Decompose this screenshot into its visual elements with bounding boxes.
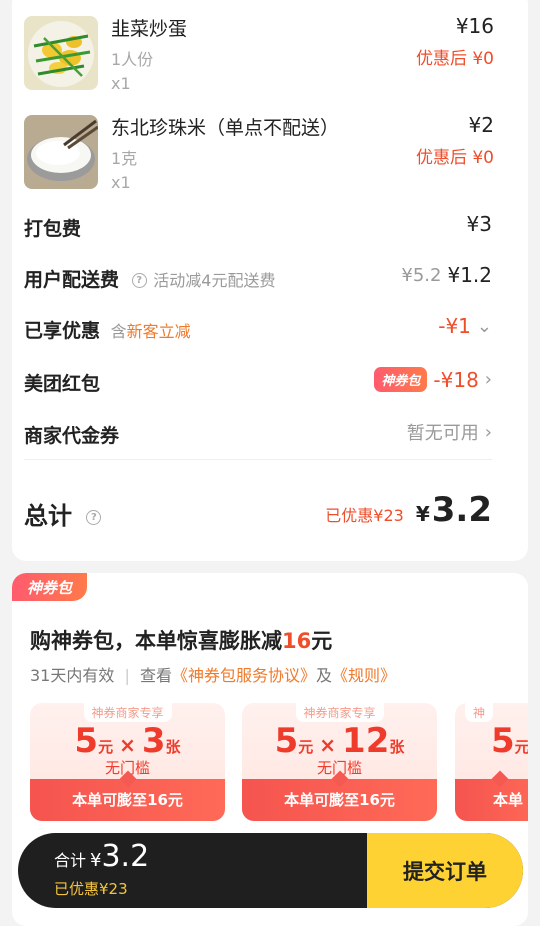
checkout-bar: 合计 ¥3.2 已优惠¥23 提交订单 — [18, 833, 523, 908]
dish-qty: x1 — [111, 173, 131, 192]
dish-price: ¥16 — [455, 14, 494, 38]
rice-image — [24, 115, 98, 189]
divider — [24, 459, 492, 460]
submit-order-button[interactable]: 提交订单 — [367, 833, 523, 908]
new-customer-tag: 新客立减 — [126, 322, 191, 341]
rules-link[interactable]: 《规则》 — [332, 666, 396, 685]
package-headline: 购神券包，本单惊喜膨胀减16元 — [30, 629, 333, 653]
enjoyed-discount-value: -¥1 — [438, 314, 471, 338]
chevron-right-icon: › — [484, 421, 492, 443]
delivery-discount-note: 活动减4元配送费 — [153, 271, 276, 290]
list-item: 韭菜炒蛋 1人份 x1 ¥16 优惠后 ¥0 — [24, 14, 494, 106]
chevron-down-icon: ⌄ — [476, 315, 492, 337]
enjoyed-discount-row[interactable]: 已享优惠 含新客立减 -¥1 ⌄ — [24, 312, 492, 348]
coupon-card[interactable]: 神券商家专享 5元 × 3张 无门槛 本单可膨至16元 — [30, 703, 225, 821]
voucher-label: 商家代金券 — [24, 425, 120, 447]
enjoyed-prefix: 含 — [110, 322, 127, 341]
packing-fee-row: 打包费 ¥3 — [24, 210, 492, 246]
dish-image — [24, 16, 98, 90]
redpacket-label: 美团红包 — [24, 373, 101, 395]
delivery-original-price: ¥5.2 — [401, 264, 442, 286]
total-row: 总计 ? 已优惠¥23 ¥ 3.2 — [24, 490, 492, 534]
bar-total: 合计 ¥3.2 — [54, 839, 150, 874]
voucher-value: 暂无可用 — [406, 423, 479, 444]
dish-discount-price: 优惠后 ¥0 — [415, 148, 494, 168]
bar-saved: 已优惠¥23 — [54, 880, 128, 898]
dish-name: 韭菜炒蛋 — [111, 18, 188, 40]
coupon-card[interactable]: 神券商家专享 5元 × 12张 无门槛 本单可膨至16元 — [242, 703, 437, 821]
dish-qty: x1 — [111, 74, 131, 93]
chevron-right-icon: › — [484, 369, 492, 390]
coupon-card[interactable]: 神 5元 本单 — [455, 703, 528, 821]
validity-text: 31天内有效 — [30, 666, 115, 685]
delivery-fee-label: 用户配送费 — [24, 269, 120, 291]
merchant-voucher-row[interactable]: 商家代金券 暂无可用 › — [24, 417, 492, 453]
package-subline: 31天内有效 | 查看《神券包服务协议》及《规则》 — [30, 666, 397, 685]
coupon-pack-badge: 神券包 — [12, 573, 87, 601]
total-label: 总计 — [24, 502, 72, 530]
delivery-fee-value: ¥1.2 — [447, 263, 492, 287]
help-icon[interactable]: ? — [131, 273, 147, 288]
bar-total-amount: 3.2 — [101, 839, 150, 874]
redpacket-value: -¥18 — [433, 367, 479, 392]
packing-fee-label: 打包费 — [24, 218, 82, 240]
dish-spec: 1人份 — [111, 50, 154, 69]
enjoyed-discount-label: 已享优惠 — [24, 320, 101, 342]
dish-discount-price: 优惠后 ¥0 — [415, 49, 494, 69]
help-icon[interactable]: ? — [86, 509, 102, 525]
dish-name: 东北珍珠米（单点不配送） — [111, 117, 340, 139]
dish-spec: 1克 — [111, 149, 138, 168]
total-currency: ¥ — [415, 502, 430, 526]
dish-price: ¥2 — [468, 113, 494, 137]
delivery-fee-row: 用户配送费 ? 活动减4元配送费 ¥5.2 ¥1.2 — [24, 261, 492, 297]
coupon-pack-badge: 神券包 — [374, 367, 428, 392]
list-item: 东北珍珠米（单点不配送） 1克 x1 ¥2 优惠后 ¥0 — [24, 113, 494, 205]
service-agreement-link[interactable]: 《神券包服务协议》 — [172, 666, 316, 685]
total-saved: 已优惠¥23 — [325, 506, 404, 525]
total-amount: 3.2 — [431, 490, 492, 530]
packing-fee-value: ¥3 — [466, 212, 492, 236]
meituan-redpacket-row[interactable]: 美团红包 神券包 -¥18 › — [24, 365, 492, 401]
